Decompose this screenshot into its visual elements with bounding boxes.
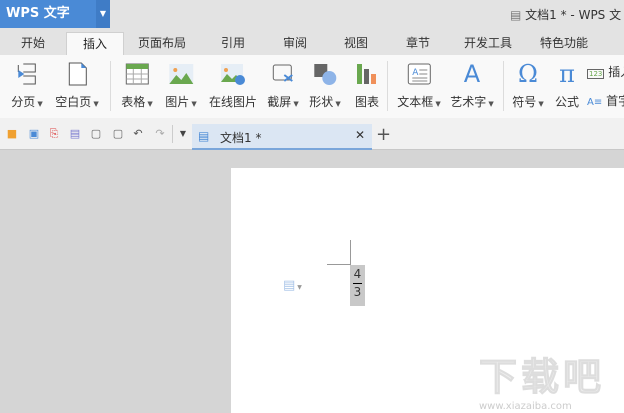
print-preview-icon[interactable]: ▢ <box>90 128 102 140</box>
pi-icon: π <box>559 60 575 88</box>
word-doc-icon: ▤ <box>198 129 210 143</box>
table-icon <box>124 61 150 87</box>
picture-icon <box>168 61 194 87</box>
shapes-button[interactable]: 形状 ▼ <box>309 61 341 110</box>
fraction-equation[interactable]: 4 3 <box>350 265 365 306</box>
tab-section[interactable]: 章节 <box>398 32 438 55</box>
textbox-icon: A <box>406 61 432 87</box>
undo-icon[interactable]: ↶ <box>132 128 144 140</box>
label: 空白页 <box>55 95 92 109</box>
page-break-button[interactable]: 分页 ▼ <box>11 61 43 110</box>
open-icon[interactable]: ■ <box>6 128 18 140</box>
divider <box>110 61 111 111</box>
tab-home[interactable]: 开始 <box>13 32 53 55</box>
title-bar: WPS 文字 ▼ ▤ 文档1 * - WPS 文 <box>0 0 624 28</box>
new-tab-button[interactable]: + <box>376 124 391 145</box>
blank-page-button[interactable]: 空白页 ▼ <box>55 61 99 110</box>
save-icon[interactable]: ▣ <box>28 128 40 140</box>
document-tab-title: 文档1 * <box>220 131 262 145</box>
textbox-button[interactable]: A 文本框 ▼ <box>397 61 441 110</box>
numerator: 4 <box>353 266 362 284</box>
chart-button[interactable]: 图表 <box>354 61 380 110</box>
tab-view[interactable]: 视图 <box>336 32 376 55</box>
online-picture-button[interactable]: 在线图片 <box>209 61 257 110</box>
redo-icon[interactable]: ↷ <box>154 128 166 140</box>
margin-marker <box>350 240 351 265</box>
symbol-button[interactable]: Ω 符号 ▼ <box>512 61 543 110</box>
document-tab[interactable]: ▤ 文档1 * ✕ <box>192 124 372 150</box>
watermark-url: www.xiazaiba.com <box>479 401 572 412</box>
label: 首字 <box>606 94 624 108</box>
paste-options-icon[interactable]: ▤ ▼ <box>283 278 302 293</box>
label: 表格 <box>121 95 146 109</box>
label: 在线图片 <box>208 95 258 109</box>
label: 分页 <box>11 95 36 109</box>
svg-text:A: A <box>412 68 419 78</box>
tab-features[interactable]: 特色功能 <box>532 32 596 55</box>
equation-button[interactable]: π 公式 <box>554 61 580 110</box>
watermark-text: 下载吧 <box>478 355 606 400</box>
shapes-icon <box>312 61 338 87</box>
screenshot-button[interactable]: 截屏 ▼ <box>267 61 299 110</box>
window-title: ▤ 文档1 * - WPS 文 <box>510 6 621 23</box>
label: 图表 <box>354 95 379 109</box>
wordart-icon: A <box>463 60 481 88</box>
label: 插入 <box>608 65 624 79</box>
margin-marker <box>327 264 351 265</box>
document-page[interactable]: ▤ ▼ 4 3 下载吧 www.xiazaiba.com <box>231 168 624 413</box>
tab-references[interactable]: 引用 <box>213 32 253 55</box>
drop-cap-button[interactable]: A≡ 首字 <box>587 92 624 109</box>
customize-dropdown-icon[interactable]: ▼ <box>177 128 189 140</box>
online-picture-icon <box>220 61 246 87</box>
number-icon: 123 <box>587 69 605 79</box>
print-icon[interactable]: ▤ <box>69 128 81 140</box>
omega-icon: Ω <box>518 60 538 88</box>
app-menu-dropdown[interactable]: ▼ <box>96 0 110 28</box>
watermark-logo: 下载吧 www.xiazaiba.com <box>478 346 606 413</box>
insert-number-button[interactable]: 123 插入 <box>587 63 624 80</box>
spell-check-icon[interactable]: ▢ <box>112 128 124 140</box>
doc-file-icon: ▤ <box>510 8 522 22</box>
label: 形状 <box>309 95 334 109</box>
label: 文本框 <box>397 95 434 109</box>
tab-insert[interactable]: 插入 <box>66 32 124 55</box>
ribbon-insert: 分页 ▼ 空白页 ▼ 表格 ▼ 图片 ▼ 在线图片 截屏 ▼ 形状 ▼ 图表 A 文本框 ▼ A… <box>0 55 624 118</box>
tab-page-layout[interactable]: 页面布局 <box>130 32 194 55</box>
app-menu-button[interactable]: WPS 文字 <box>0 0 96 28</box>
label: 公式 <box>554 95 579 109</box>
label: 图片 <box>165 95 190 109</box>
tab-developer[interactable]: 开发工具 <box>456 32 520 55</box>
window-title-text: 文档1 * - WPS 文 <box>525 8 622 22</box>
blank-page-icon <box>64 61 90 87</box>
screenshot-icon <box>270 61 296 87</box>
tab-review[interactable]: 审阅 <box>275 32 315 55</box>
drop-cap-icon: A≡ <box>587 97 603 108</box>
page-break-icon <box>14 61 40 87</box>
chart-icon <box>354 61 380 87</box>
ribbon-tabs: 开始 插入 页面布局 引用 审阅 视图 章节 开发工具 特色功能 <box>0 28 624 55</box>
label: 符号 <box>512 95 537 109</box>
label: 艺术字 <box>450 95 487 109</box>
picture-button[interactable]: 图片 ▼ <box>165 61 197 110</box>
export-pdf-icon[interactable]: ⎘ <box>48 128 60 140</box>
close-tab-icon[interactable]: ✕ <box>355 128 365 142</box>
wordart-button[interactable]: A 艺术字 ▼ <box>450 61 493 110</box>
divider <box>172 125 173 143</box>
divider <box>503 61 504 111</box>
label: 截屏 <box>267 95 292 109</box>
denominator: 3 <box>353 285 362 299</box>
app-name: WPS 文字 <box>6 6 70 21</box>
divider <box>387 61 388 111</box>
table-button[interactable]: 表格 ▼ <box>121 61 153 110</box>
